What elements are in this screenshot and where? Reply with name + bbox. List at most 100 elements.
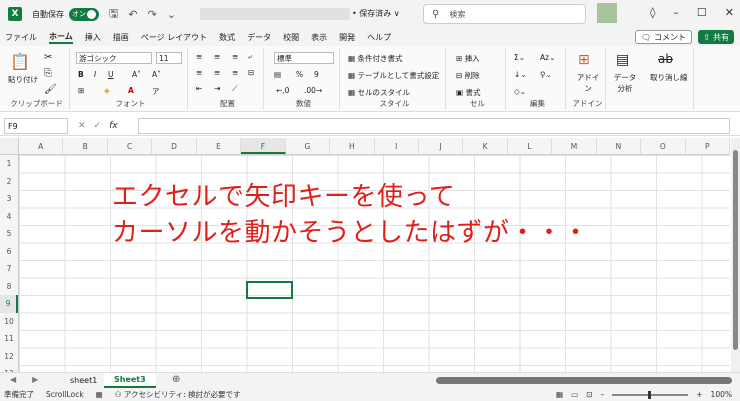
- page-break-view-icon[interactable]: ⊡: [586, 390, 592, 399]
- column-header[interactable]: K: [463, 138, 508, 154]
- font-name-select[interactable]: 游ゴシック: [76, 52, 152, 64]
- column-header[interactable]: G: [286, 138, 331, 154]
- delete-cells-button[interactable]: ⊟ 削除: [456, 70, 480, 81]
- paste-icon[interactable]: 📋: [10, 52, 30, 71]
- column-header[interactable]: N: [597, 138, 642, 154]
- cell-grid[interactable]: [0, 138, 730, 372]
- row-header[interactable]: 1: [0, 155, 18, 173]
- select-all-corner[interactable]: [0, 138, 19, 155]
- column-header[interactable]: O: [641, 138, 686, 154]
- currency-icon[interactable]: ▤: [274, 70, 281, 79]
- normal-view-icon[interactable]: ▦: [556, 390, 563, 399]
- column-header[interactable]: H: [330, 138, 375, 154]
- tab-insert[interactable]: 挿入: [85, 32, 101, 43]
- next-sheet-icon[interactable]: ▶: [32, 375, 38, 384]
- tab-page-layout[interactable]: ページ レイアウト: [141, 32, 207, 43]
- tab-review[interactable]: 校閲: [283, 32, 299, 43]
- data-analysis-label[interactable]: データ分析: [612, 72, 638, 94]
- row-header[interactable]: 12: [0, 348, 18, 366]
- comma-icon[interactable]: 9: [314, 70, 319, 79]
- vertical-scrollbar[interactable]: [731, 138, 740, 372]
- column-header[interactable]: B: [63, 138, 108, 154]
- vertical-scroll-thumb[interactable]: [733, 150, 738, 350]
- column-header[interactable]: C: [108, 138, 153, 154]
- saved-status[interactable]: • 保存済み ∨: [352, 8, 400, 19]
- tab-file[interactable]: ファイル: [5, 32, 37, 43]
- tab-formulas[interactable]: 数式: [219, 32, 235, 43]
- bold-button[interactable]: B: [78, 70, 84, 79]
- align-bottom-icon[interactable]: ≡: [232, 52, 238, 61]
- column-header[interactable]: A: [19, 138, 64, 154]
- align-left-icon[interactable]: ≡: [196, 68, 202, 77]
- confirm-icon[interactable]: ✓: [94, 121, 102, 131]
- decrease-decimal-icon[interactable]: .00→: [304, 86, 322, 95]
- column-header[interactable]: I: [375, 138, 419, 154]
- tab-developer[interactable]: 開発: [339, 32, 355, 43]
- clear-icon[interactable]: ◇⌄: [514, 87, 526, 96]
- outdent-icon[interactable]: ⇥: [214, 84, 220, 93]
- save-icon[interactable]: 🖫: [109, 5, 118, 24]
- italic-button[interactable]: I: [94, 70, 96, 79]
- align-top-icon[interactable]: ≡: [196, 52, 202, 61]
- data-analysis-icon[interactable]: ▤: [616, 52, 629, 68]
- share-button[interactable]: ⇧ 共有: [698, 30, 734, 44]
- selected-cell[interactable]: [246, 281, 293, 299]
- font-size-select[interactable]: 11: [156, 52, 182, 64]
- underline-button[interactable]: U: [108, 70, 114, 79]
- close-icon[interactable]: ✕: [725, 6, 734, 19]
- undo-icon[interactable]: ↶: [128, 8, 137, 21]
- redo-icon[interactable]: ↷: [148, 8, 157, 21]
- comment-button[interactable]: 🗨 コメント: [634, 30, 692, 44]
- format-as-table-button[interactable]: ▦ テーブルとして書式設定: [348, 70, 439, 81]
- tab-help[interactable]: ヘルプ: [367, 32, 391, 43]
- fx-icon[interactable]: fx: [109, 121, 118, 131]
- paste-label[interactable]: 貼り付け: [8, 74, 38, 85]
- row-header[interactable]: 5: [0, 225, 18, 243]
- autosave-toggle[interactable]: オン: [69, 7, 99, 21]
- fill-color-icon[interactable]: ◈: [104, 86, 110, 95]
- column-header[interactable]: L: [508, 138, 553, 154]
- borders-icon[interactable]: ⊞: [78, 86, 84, 95]
- align-center-icon[interactable]: ≡: [214, 68, 220, 77]
- cut-icon[interactable]: ✂: [44, 52, 52, 63]
- strikethrough-label[interactable]: 取り消し線: [650, 72, 688, 83]
- font-shrink-icon[interactable]: A˅: [152, 70, 161, 79]
- zoom-out-icon[interactable]: –: [601, 390, 605, 399]
- row-header[interactable]: 10: [0, 313, 18, 331]
- column-header[interactable]: D: [152, 138, 197, 154]
- name-box[interactable]: F9: [4, 118, 68, 134]
- increase-decimal-icon[interactable]: ←.0: [276, 86, 289, 95]
- indent-icon[interactable]: ⇤: [196, 84, 202, 93]
- minimize-icon[interactable]: –: [673, 6, 679, 19]
- tab-draw[interactable]: 描画: [113, 32, 129, 43]
- sheet-tab-sheet1[interactable]: sheet1: [60, 373, 107, 388]
- copy-icon[interactable]: ⎘: [44, 68, 52, 79]
- customize-icon[interactable]: ⌄: [167, 8, 176, 21]
- formula-input[interactable]: [138, 118, 730, 134]
- phonetic-icon[interactable]: ア: [152, 86, 160, 97]
- autosum-icon[interactable]: Σ⌄: [514, 53, 525, 62]
- orientation-icon[interactable]: ⟋: [232, 84, 237, 94]
- format-painter-icon[interactable]: 🖌: [44, 84, 57, 95]
- insert-cells-button[interactable]: ⊞ 挿入: [456, 53, 480, 64]
- merge-icon[interactable]: ⊟: [248, 68, 254, 77]
- page-layout-view-icon[interactable]: ▭: [571, 390, 578, 399]
- align-right-icon[interactable]: ≡: [232, 68, 238, 77]
- maximize-icon[interactable]: ☐: [697, 6, 707, 19]
- format-cells-button[interactable]: ▣ 書式: [456, 87, 480, 98]
- row-header[interactable]: 4: [0, 208, 18, 226]
- macro-icon[interactable]: ▦: [96, 390, 103, 399]
- column-header[interactable]: J: [419, 138, 464, 154]
- font-grow-icon[interactable]: A˄: [132, 70, 141, 79]
- add-sheet-icon[interactable]: ⊕: [172, 374, 180, 385]
- number-format-select[interactable]: 標準: [274, 52, 334, 64]
- cell-styles-button[interactable]: ▦ セルのスタイル: [348, 87, 410, 98]
- conditional-format-button[interactable]: ▦ 条件付き書式: [348, 53, 402, 64]
- find-icon[interactable]: ⚲⌄: [540, 70, 552, 79]
- row-header[interactable]: 2: [0, 173, 18, 191]
- column-header[interactable]: P: [686, 138, 730, 154]
- fill-icon[interactable]: ↓⌄: [514, 70, 527, 79]
- wrap-text-icon[interactable]: ⤶: [248, 52, 252, 62]
- tab-home[interactable]: ホーム: [49, 31, 73, 44]
- row-header[interactable]: 11: [0, 330, 18, 348]
